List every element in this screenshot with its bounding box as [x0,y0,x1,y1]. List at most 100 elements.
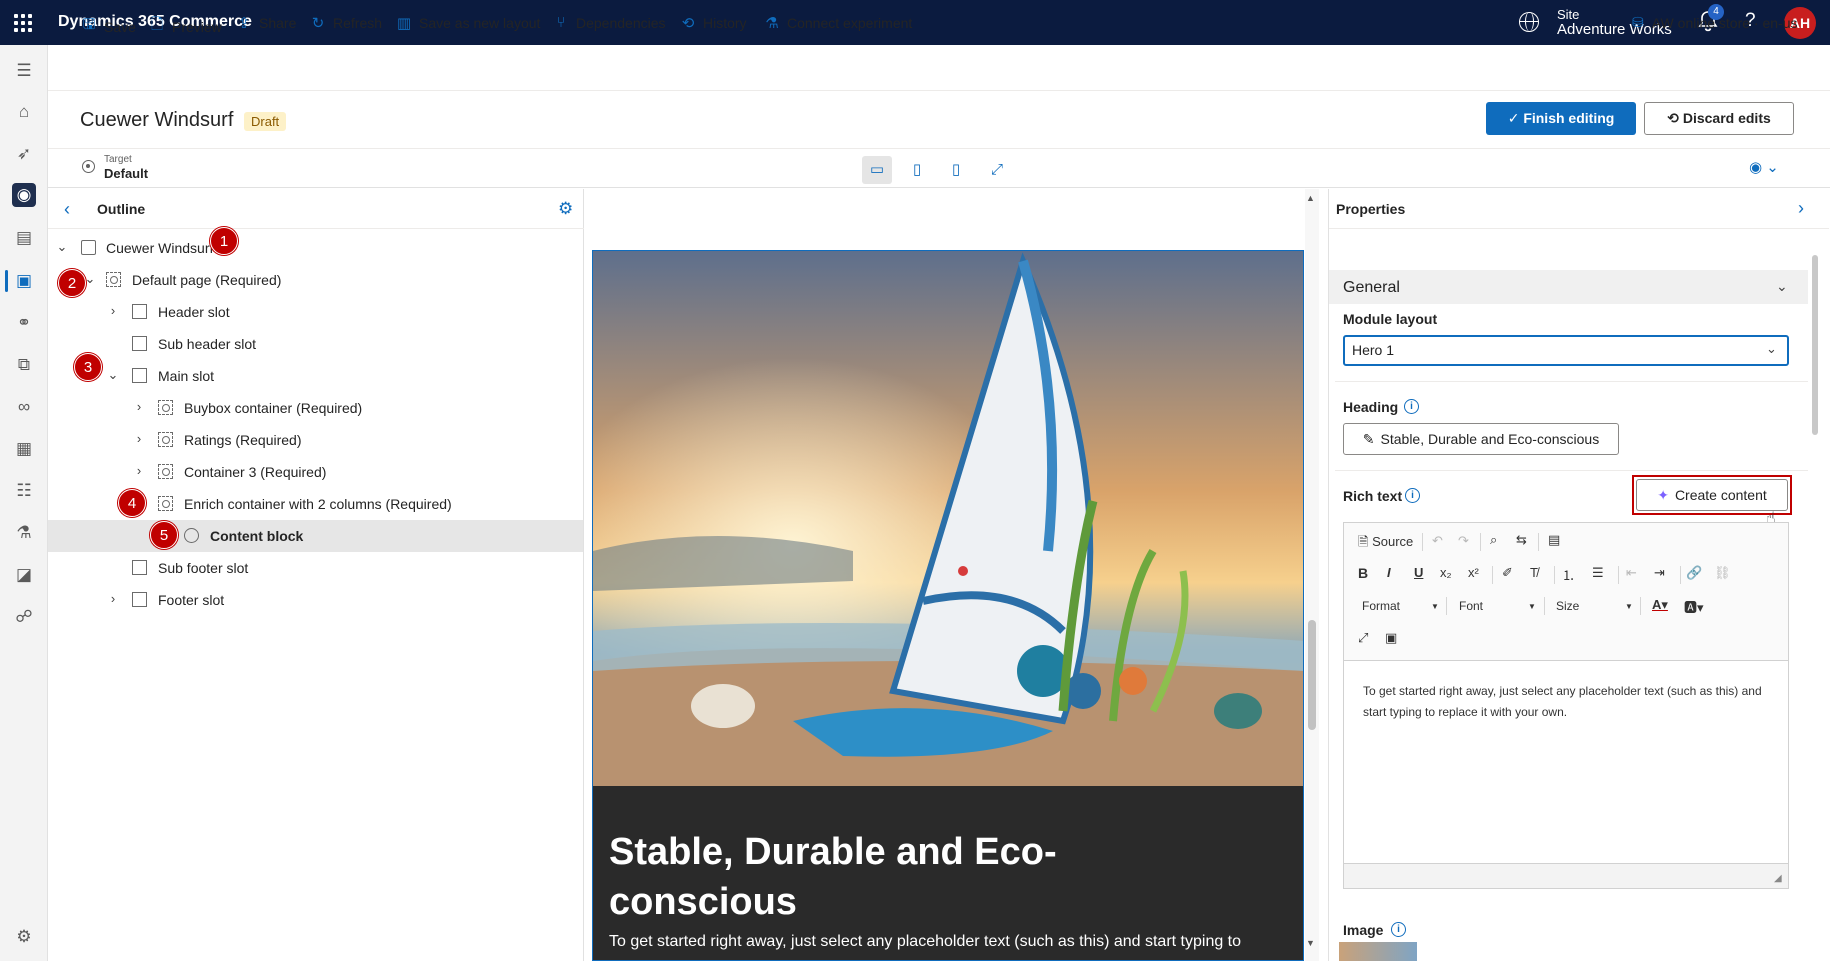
tree-item-page[interactable]: ⌄ Cuewer Windsurf [48,232,583,264]
tree-item-ratings[interactable]: › Ratings (Required) [48,424,583,456]
hero-module[interactable]: Stable, Durable and Eco-conscious To get… [592,250,1304,961]
subscript-icon[interactable]: x₂ [1440,565,1452,580]
indent-icon[interactable]: ⇥ [1654,565,1665,581]
background-color-icon[interactable]: 🅰▾ [1684,597,1704,616]
superscript-icon[interactable]: x² [1468,565,1479,580]
chevron-down-icon[interactable]: ⌄ [1766,341,1777,357]
maximize-icon[interactable]: ⤢ [1358,630,1368,646]
dependencies-button[interactable]: ⑂ Dependencies [552,14,665,31]
scrollbar-thumb[interactable] [1308,620,1316,730]
heading-edit-button[interactable]: ✎ Stable, Durable and Eco-conscious [1343,423,1619,455]
redo-icon[interactable]: ↷ [1458,533,1469,549]
tree-item-footer-slot[interactable]: › Footer slot [48,584,583,616]
tree-item-header-slot[interactable]: › Header slot [48,296,583,328]
italic-icon[interactable]: I [1387,565,1391,580]
tree-item-sub-header-slot[interactable]: Sub header slot [48,328,583,360]
discard-edits-button[interactable]: ⟲ Discard edits [1644,102,1794,135]
canvas-scrollbar[interactable] [1305,189,1319,961]
image-thumbnail[interactable] [1339,942,1417,961]
properties-scrollbar[interactable] [1812,255,1818,435]
link-icon[interactable]: 🔗 [1686,565,1702,581]
hero-image[interactable] [593,251,1304,786]
preview-button[interactable]: 🗋 Preview [148,14,222,39]
show-blocks-icon[interactable]: ▣ [1385,630,1397,646]
page-edit-icon[interactable]: ▣ [12,269,36,293]
hero-heading[interactable]: Stable, Durable and Eco-conscious [609,827,1229,927]
chevron-right-icon[interactable]: › [132,432,146,446]
hamburger-menu-icon[interactable]: ☰ [12,59,36,83]
template-icon[interactable]: ▤ [1548,532,1560,548]
connect-experiment-button[interactable]: ⚗ Connect experiment [763,14,912,32]
module-layout-select[interactable] [1343,335,1789,366]
share-button[interactable]: ⇪ Share [235,14,297,32]
scroll-up-icon[interactable]: ▲ [1306,193,1315,203]
store-selector[interactable]: ⛁ AW online store · en-us [1632,14,1798,31]
chevron-down-icon[interactable]: ⌄ [106,368,120,382]
fragments-icon[interactable]: ⚭ [12,311,36,335]
chevron-right-icon[interactable]: › [106,592,120,606]
font-dropdown[interactable]: Font [1459,599,1483,613]
format-dropdown[interactable]: Format [1362,599,1400,613]
desktop-view-icon[interactable]: ▭ [862,156,892,184]
history-button[interactable]: ⟲ History [679,14,747,32]
find-icon[interactable]: ⌕ [1490,532,1497,548]
people-icon[interactable]: ☍ [12,605,36,629]
create-content-button[interactable]: ✦ Create content [1636,479,1788,511]
info-icon[interactable]: i [1391,922,1406,937]
hero-body-text[interactable]: To get started right away, just select a… [609,931,1299,953]
tablet-view-icon[interactable]: ▯ [902,156,932,184]
collapse-panel-icon[interactable]: › [1798,198,1804,219]
mobile-view-icon[interactable]: ▯ [941,156,971,184]
report-icon[interactable]: ▦ [12,437,36,461]
back-arrow-icon[interactable]: ‹ [64,199,70,220]
broadcast-icon[interactable]: ◉ [12,183,36,207]
chevron-down-icon[interactable]: ⌄ [55,240,69,254]
outline-settings-icon[interactable]: ⚙ [558,199,573,219]
chevron-up-icon[interactable]: ⌄ [1776,278,1788,295]
save-button[interactable]: 🖫 Save [80,14,136,39]
settings-gear-icon[interactable]: ⚙ [12,925,36,949]
resize-grip-icon[interactable]: ◢ [1774,873,1782,884]
analytics-icon[interactable]: ◪ [12,563,36,587]
info-icon[interactable]: i [1405,488,1420,503]
remove-format-icon[interactable]: T̸ [1530,565,1538,580]
outdent-icon[interactable]: ⇤ [1626,565,1637,581]
visibility-toggle-icon[interactable]: ◉ ⌄ [1749,158,1779,176]
info-icon[interactable]: i [1404,399,1419,414]
text-color-icon[interactable]: A▾ [1652,597,1668,613]
scroll-down-icon[interactable]: ▼ [1306,938,1315,948]
general-section-header[interactable] [1329,270,1808,304]
tree-item-main-slot[interactable]: ⌄ Main slot [48,360,583,392]
document-icon[interactable]: ▤ [12,226,36,250]
rich-text-content[interactable]: To get started right away, just select a… [1363,681,1763,723]
fullscreen-icon[interactable]: ⤢ [982,156,1012,184]
bulleted-list-icon[interactable]: ☰ [1592,565,1604,581]
globe-icon[interactable] [1519,12,1539,32]
save-as-layout-button[interactable]: ▥ Save as new layout [395,14,541,32]
list-icon[interactable]: ☷ [12,479,36,503]
tree-item-buybox[interactable]: › Buybox container (Required) [48,392,583,424]
underline-icon[interactable]: U [1414,565,1423,580]
target-selector[interactable]: Default [104,166,148,181]
unlink-icon[interactable]: ⛓ [1714,565,1731,581]
tree-item-sub-footer-slot[interactable]: Sub footer slot [48,552,583,584]
refresh-button[interactable]: ↻ Refresh [309,14,382,32]
tree-item-content-block[interactable]: Content block ··· [48,520,626,552]
templates-icon[interactable]: ⧉ [12,353,36,377]
numbered-list-icon[interactable]: ⒈ [1562,565,1575,584]
bold-icon[interactable]: B [1358,565,1368,581]
app-launcher-icon[interactable] [12,12,34,34]
copy-format-icon[interactable]: ✐ [1502,565,1513,581]
flask-icon[interactable]: ⚗ [12,521,36,545]
link-icon[interactable]: ∞ [12,395,36,419]
undo-icon[interactable]: ↶ [1432,533,1443,549]
chevron-right-icon[interactable]: › [132,400,146,414]
finish-editing-button[interactable]: ✓ Finish editing [1486,102,1636,135]
tree-item-default-page[interactable]: ⌄ Default page (Required) [48,264,583,296]
chevron-right-icon[interactable]: › [132,464,146,478]
tree-item-container-3[interactable]: › Container 3 (Required) [48,456,583,488]
replace-icon[interactable]: ⇆ [1516,532,1527,548]
source-button[interactable]: 🗎 Source [1358,533,1413,555]
home-icon[interactable]: ⌂ [12,100,36,124]
size-dropdown[interactable]: Size [1556,599,1579,613]
